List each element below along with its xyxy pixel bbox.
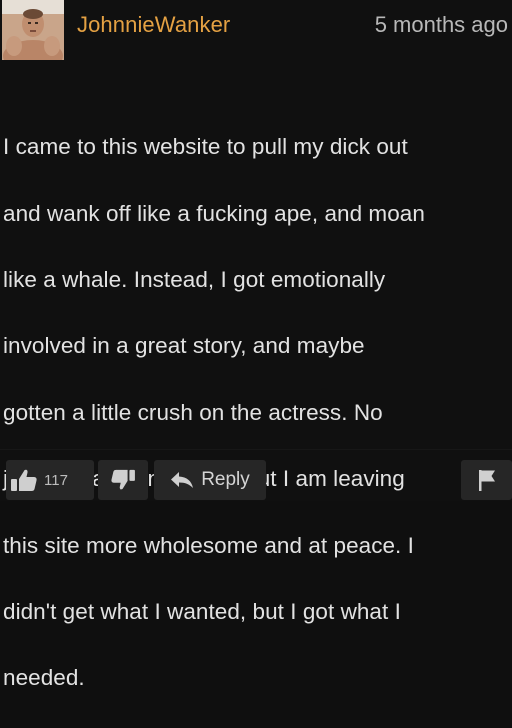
reply-arrow-icon <box>171 472 194 488</box>
comment-card: JohnnieWanker 5 months ago I came to thi… <box>0 0 512 690</box>
reply-button[interactable]: Reply <box>154 460 266 500</box>
comment-line: gotten a little crush on the actress. No <box>3 399 383 425</box>
reply-label: Reply <box>201 469 250 490</box>
comment-actions: 117 Reply <box>6 460 266 500</box>
divider <box>0 449 512 450</box>
like-button[interactable]: 117 <box>6 460 94 500</box>
comment-line: didn't get what I wanted, but I got what… <box>3 599 401 625</box>
thumbs-up-icon <box>11 469 37 491</box>
user-avatar-photo <box>2 0 64 60</box>
comment-username[interactable]: JohnnieWanker <box>77 12 230 38</box>
avatar[interactable] <box>2 0 64 60</box>
comment-line: involved in a great story, and maybe <box>3 333 365 359</box>
comment-timestamp: 5 months ago <box>374 12 508 37</box>
flag-button[interactable] <box>461 460 512 500</box>
flag-icon <box>478 470 495 491</box>
comment-line: needed. <box>3 665 85 691</box>
comment-line: and wank off like a fucking ape, and moa… <box>3 200 425 226</box>
comment-line: this site more wholesome and at peace. I <box>3 532 414 558</box>
dislike-button[interactable] <box>98 460 148 500</box>
thumbs-down-icon <box>111 469 135 490</box>
comment-line: I came to this website to pull my dick o… <box>3 134 408 160</box>
comment-body: I came to this website to pull my dick o… <box>3 97 503 728</box>
like-count: 117 <box>44 471 68 489</box>
comment-line: like a whale. Instead, I got emotionally <box>3 267 386 293</box>
